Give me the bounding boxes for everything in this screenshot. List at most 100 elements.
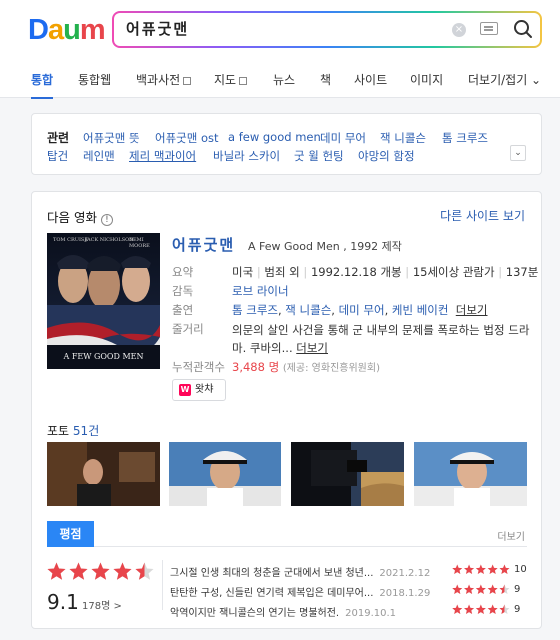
- star-fill-icon: [452, 564, 463, 574]
- checkbox-icon[interactable]: [239, 77, 248, 85]
- star-fill-icon: [47, 562, 66, 580]
- related-title: 관련: [47, 131, 70, 145]
- related-link[interactable]: 야망의 함정: [358, 148, 415, 164]
- star-fill-icon: [499, 564, 510, 574]
- related-link[interactable]: 굿 윌 헌팅: [294, 148, 344, 164]
- plot-text: 의문의 살인 사건을 통해 군 내부의 문제를 폭로하는 법정 드라마. 쿠바의…: [232, 323, 530, 355]
- star-fill-icon: [475, 584, 486, 594]
- star-fill-icon: [91, 562, 110, 580]
- logo-letter-m: m: [79, 14, 106, 46]
- cast-label: 출연: [172, 303, 194, 317]
- star-fill-icon: [464, 604, 475, 614]
- star-fill-icon: [464, 584, 475, 594]
- cast-link[interactable]: 데미 무어: [339, 303, 385, 317]
- star-fill-icon: [487, 604, 498, 614]
- star-fill-icon: [69, 562, 88, 580]
- overview-label: 요약: [172, 265, 194, 279]
- cast-link[interactable]: 잭 니콜슨: [285, 303, 331, 317]
- tab-rating[interactable]: 평점: [47, 521, 94, 547]
- divider: [162, 560, 163, 610]
- rating-count-link[interactable]: 178명 >: [82, 597, 122, 612]
- star-fill-icon: [452, 584, 463, 594]
- star-fill-icon: [487, 564, 498, 574]
- review-stars: [452, 584, 510, 594]
- star-fill-icon: [113, 562, 132, 580]
- chevron-down-icon[interactable]: ⌄: [510, 145, 526, 161]
- cast-link[interactable]: 케빈 베이컨: [392, 303, 449, 317]
- rating-stars: [47, 562, 154, 580]
- audience-label: 누적관객수: [172, 360, 225, 374]
- movie-poster[interactable]: TOM CRUISE JACK NICHOLSON DEMI MOORE A F…: [47, 233, 160, 369]
- tab-sites[interactable]: 사이트: [354, 64, 387, 98]
- search-tabs: 통합 통합웹 백과사전 지도 뉴스 책 사이트 이미지 더보기/접기 ⌄: [0, 64, 560, 99]
- tab-map[interactable]: 지도: [214, 64, 248, 98]
- card-title: 다음 영화!: [47, 207, 113, 226]
- movie-title[interactable]: 어퓨굿맨: [172, 234, 235, 255]
- poster-cast-3: DEMI MOORE: [129, 237, 150, 249]
- tab-encyclopedia[interactable]: 백과사전: [136, 64, 192, 98]
- clear-icon[interactable]: ×: [452, 23, 466, 37]
- rating-more-link[interactable]: 더보기: [497, 528, 525, 543]
- review-stars: [452, 604, 510, 614]
- star-fill-icon: [452, 604, 463, 614]
- search-input[interactable]: [126, 19, 426, 37]
- movie-subtitle: A Few Good Men , 1992 제작: [248, 240, 402, 253]
- photo-section-title[interactable]: 포토 51건: [47, 422, 99, 439]
- review-item[interactable]: 그시절 인생 최대의 청춘을 군대에서 보낸 청년... 2021.2.12 10: [170, 564, 530, 582]
- director-link[interactable]: 로브 라이너: [232, 284, 289, 298]
- plot-more-link[interactable]: 더보기: [296, 341, 328, 355]
- review-item[interactable]: 탄탄한 구성, 신들린 연기력 제복입은 데미무어... 2018.1.29 9: [170, 584, 530, 602]
- plot-label: 줄거리: [172, 322, 204, 336]
- tab-integrated[interactable]: 통합: [31, 64, 54, 99]
- related-link[interactable]: 제리 맥과이어: [129, 148, 196, 164]
- star-fill-icon: [487, 584, 498, 594]
- photo-thumbnail[interactable]: [169, 442, 281, 506]
- poster-cast-2: JACK NICHOLSON: [85, 237, 134, 243]
- cast-list: 톰 크루즈, 잭 니콜슨, 데미 무어, 케빈 베이컨 더보기: [232, 303, 488, 317]
- cast-link[interactable]: 톰 크루즈: [232, 303, 278, 317]
- keyboard-icon[interactable]: [480, 22, 498, 35]
- divider: [94, 546, 527, 547]
- related-link[interactable]: 어퓨굿맨 ost: [155, 130, 219, 146]
- search-box: ×: [112, 11, 542, 48]
- poster-art: [47, 233, 160, 369]
- tab-books[interactable]: 책: [320, 64, 331, 98]
- poster-title: A FEW GOOD MEN: [63, 352, 144, 361]
- checkbox-icon[interactable]: [183, 77, 192, 85]
- related-searches: 관련 어퓨굿맨 뜻 어퓨굿맨 ost a few good men 데미 무어 …: [31, 113, 542, 175]
- logo-letter-u: u: [63, 14, 81, 46]
- watcha-button[interactable]: W 왓챠: [172, 379, 226, 401]
- related-link[interactable]: a few good men: [228, 130, 321, 144]
- review-stars: [452, 564, 510, 574]
- photo-thumbnail[interactable]: [414, 442, 527, 506]
- related-link[interactable]: 탑건: [47, 148, 68, 164]
- star-fill-icon: [475, 564, 486, 574]
- tab-more[interactable]: 더보기/접기 ⌄: [468, 64, 541, 98]
- related-link[interactable]: 잭 니콜슨: [380, 130, 426, 146]
- related-link[interactable]: 어퓨굿맨 뜻: [83, 130, 140, 146]
- daum-logo[interactable]: Daum: [28, 14, 106, 46]
- poster-cast-1: TOM CRUISE: [53, 237, 88, 243]
- tab-images[interactable]: 이미지: [410, 64, 443, 98]
- movie-card: 다음 영화! 다른 사이트 보기 TOM CRUISE JACK NICHOLS…: [31, 191, 542, 629]
- star-fill-icon: [475, 604, 486, 614]
- search-icon[interactable]: [512, 18, 534, 40]
- director-label: 감독: [172, 284, 194, 298]
- review-item[interactable]: 악역이지만 잭니콜슨의 연기는 명불허전. 2019.10.1 9: [170, 604, 530, 622]
- photo-thumbnail[interactable]: [47, 442, 160, 506]
- related-link[interactable]: 톰 크루즈: [442, 130, 488, 146]
- tab-news[interactable]: 뉴스: [273, 64, 295, 98]
- info-icon[interactable]: !: [100, 214, 113, 226]
- audience-value: 3,488 명 (제공: 영화진흥위원회): [232, 360, 380, 374]
- logo-letter-d: D: [28, 14, 49, 46]
- related-link[interactable]: 바닐라 스카이: [213, 148, 280, 164]
- related-link[interactable]: 데미 무어: [320, 130, 366, 146]
- cast-more-link[interactable]: 더보기: [456, 303, 488, 317]
- photo-thumbnail[interactable]: [291, 442, 404, 506]
- rating-score: 9.1: [47, 590, 79, 614]
- header: Daum × 통합 통합웹 백과사전 지도 뉴스 책 사이트 이미지 더보기/접…: [0, 0, 560, 99]
- watcha-icon: W: [179, 384, 191, 396]
- other-site-link[interactable]: 다른 사이트 보기: [440, 207, 525, 224]
- related-link[interactable]: 레인맨: [83, 148, 115, 164]
- tab-web[interactable]: 통합웹: [78, 64, 111, 98]
